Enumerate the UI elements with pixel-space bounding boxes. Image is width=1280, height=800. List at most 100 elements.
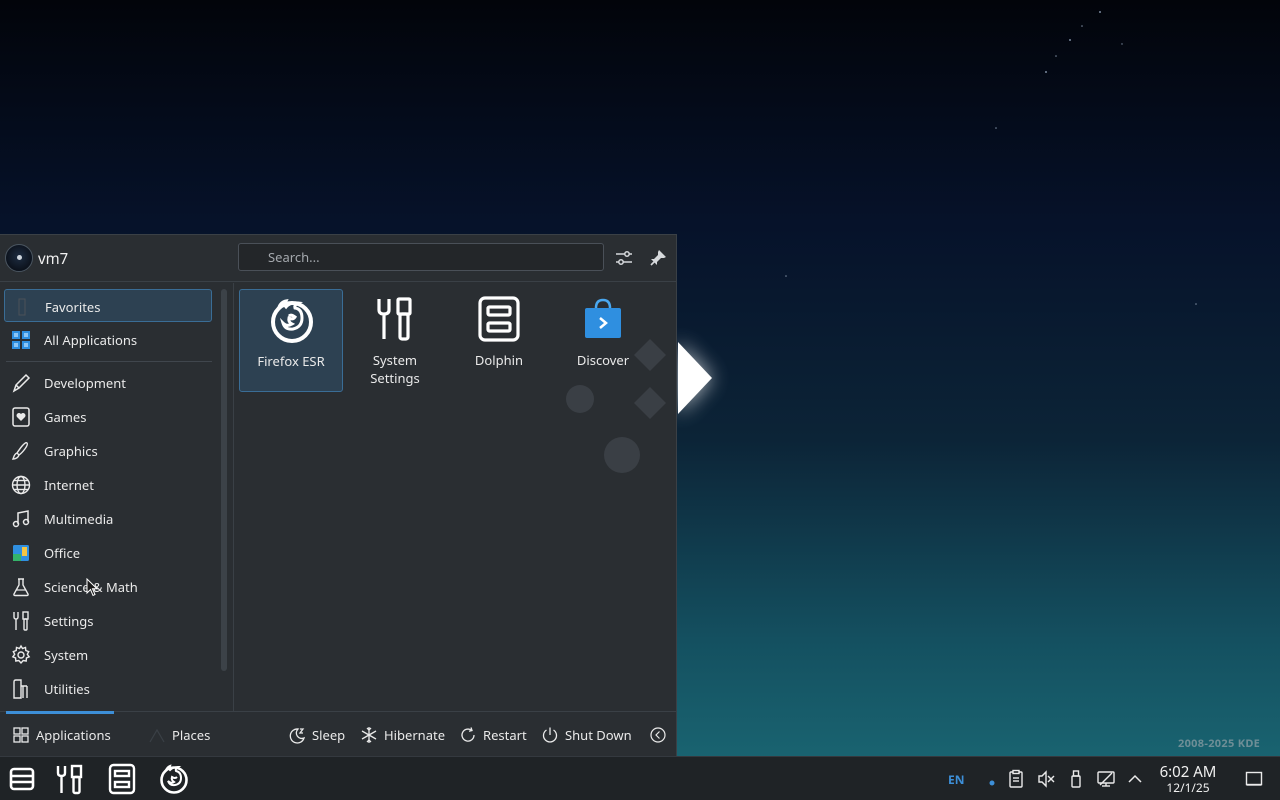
office-icon	[13, 545, 29, 561]
sidebar-scrollbar[interactable]	[221, 289, 227, 671]
category-games[interactable]: Games	[4, 400, 212, 433]
application-launcher-button[interactable]	[5, 762, 39, 796]
tools-icon	[13, 611, 29, 631]
apps-grid-icon	[13, 727, 29, 743]
taskbar-system-settings[interactable]	[53, 762, 87, 796]
places-icon	[149, 728, 165, 743]
tab-places[interactable]: Places	[148, 725, 210, 745]
category-multimedia[interactable]: Multimedia	[4, 502, 212, 535]
more-actions-button[interactable]	[649, 725, 667, 745]
search-input[interactable]	[238, 243, 604, 271]
category-all-applications[interactable]: All Applications	[4, 323, 212, 356]
bookmark-icon	[18, 298, 26, 316]
restart-button[interactable]: Restart	[459, 725, 527, 745]
tray-device[interactable]	[1066, 769, 1086, 789]
network-icon	[1097, 771, 1115, 787]
category-utilities[interactable]: Utilities	[4, 672, 212, 705]
app-discover[interactable]: Discover	[551, 289, 655, 392]
launcher-header: vm7	[0, 235, 677, 282]
tab-label: Places	[172, 726, 211, 744]
category-graphics[interactable]: Graphics	[4, 434, 212, 467]
active-tab-indicator	[6, 711, 114, 714]
category-label: Multimedia	[44, 510, 114, 528]
digital-clock[interactable]: 6:02 AM 12/1/25	[1152, 764, 1224, 795]
category-label: Favorites	[45, 298, 101, 316]
category-internet[interactable]: Internet	[4, 468, 212, 501]
menu-icon	[9, 767, 35, 791]
app-label: Firefox ESR	[257, 352, 325, 370]
category-label: Internet	[44, 476, 94, 494]
category-label: Development	[44, 374, 126, 392]
category-sidebar: Favorites All Applications Development G…	[0, 283, 216, 711]
app-system-settings[interactable]: System Settings	[343, 289, 447, 392]
discover-icon	[585, 298, 621, 338]
sleep-label: Sleep	[312, 726, 346, 744]
shut-down-button[interactable]: Shut Down	[541, 725, 632, 745]
category-label: All Applications	[44, 331, 138, 349]
sleep-icon	[289, 728, 306, 744]
app-label: Discover	[576, 351, 630, 369]
flask-icon	[13, 578, 29, 597]
configure-sliders-icon[interactable]	[613, 247, 635, 269]
usb-device-icon	[1071, 770, 1081, 788]
grid-icon	[12, 331, 30, 349]
pen-icon	[12, 373, 31, 393]
tab-applications[interactable]: Applications	[12, 725, 111, 745]
category-label: System	[44, 646, 89, 664]
app-label: Dolphin	[474, 351, 524, 369]
category-system[interactable]: System	[4, 638, 212, 671]
firefox-icon	[160, 764, 188, 794]
tray-network[interactable]	[1096, 769, 1116, 789]
category-settings[interactable]: Settings	[4, 604, 212, 637]
dolphin-icon	[478, 296, 520, 342]
clipboard-icon	[1009, 769, 1023, 788]
pin-icon[interactable]	[647, 247, 669, 269]
system-settings-icon	[377, 297, 412, 341]
hibernate-button[interactable]: Hibernate	[360, 725, 445, 745]
tray-notification-dot[interactable]	[982, 769, 1002, 789]
desktop-icon	[1245, 771, 1263, 786]
system-settings-icon	[56, 764, 83, 795]
category-office[interactable]: Office	[4, 536, 212, 569]
volume-muted-icon	[1038, 770, 1055, 788]
launcher-footer: Applications Places Sleep Hibernate Rest…	[0, 711, 677, 756]
show-desktop-button[interactable]	[1244, 769, 1264, 789]
dot-icon	[989, 780, 995, 786]
power-icon	[542, 727, 558, 743]
utilities-icon	[13, 679, 28, 699]
tray-expand[interactable]	[1125, 769, 1145, 789]
taskbar-firefox[interactable]	[157, 762, 191, 796]
category-label: Graphics	[44, 442, 98, 460]
user-name: vm7	[38, 249, 69, 269]
taskbar: EN 6:02 AM 12/1/25	[0, 756, 1280, 800]
globe-icon	[11, 475, 31, 495]
heart-card-icon	[12, 407, 30, 427]
tray-clipboard[interactable]	[1006, 769, 1026, 789]
avatar[interactable]	[5, 244, 33, 272]
brush-icon	[11, 442, 29, 460]
app-firefox-esr[interactable]: Firefox ESR	[239, 289, 343, 392]
category-label: Settings	[44, 612, 94, 630]
category-favorites[interactable]: Favorites	[4, 289, 212, 322]
firefox-icon	[271, 299, 313, 343]
category-science-math[interactable]: Science & Math	[4, 570, 212, 603]
tray-volume[interactable]	[1036, 769, 1056, 789]
taskbar-dolphin[interactable]	[105, 762, 139, 796]
mouse-cursor-icon	[86, 578, 99, 597]
dolphin-icon	[108, 763, 136, 795]
tab-label: Applications	[36, 726, 111, 744]
application-launcher: vm7 Favorites All Applications	[0, 234, 677, 756]
gear-icon	[11, 644, 31, 665]
divider	[6, 361, 212, 362]
clock-date: 12/1/25	[1166, 779, 1210, 796]
snowflake-icon	[361, 727, 377, 743]
app-dolphin[interactable]: Dolphin	[447, 289, 551, 392]
sleep-button[interactable]: Sleep	[288, 725, 345, 745]
shut-down-label: Shut Down	[565, 726, 632, 744]
restart-icon	[461, 727, 475, 742]
category-label: Games	[44, 408, 87, 426]
chevron-left-icon	[650, 727, 666, 743]
music-icon	[12, 510, 30, 528]
category-development[interactable]: Development	[4, 366, 212, 399]
keyboard-layout-indicator[interactable]: EN	[948, 771, 964, 788]
